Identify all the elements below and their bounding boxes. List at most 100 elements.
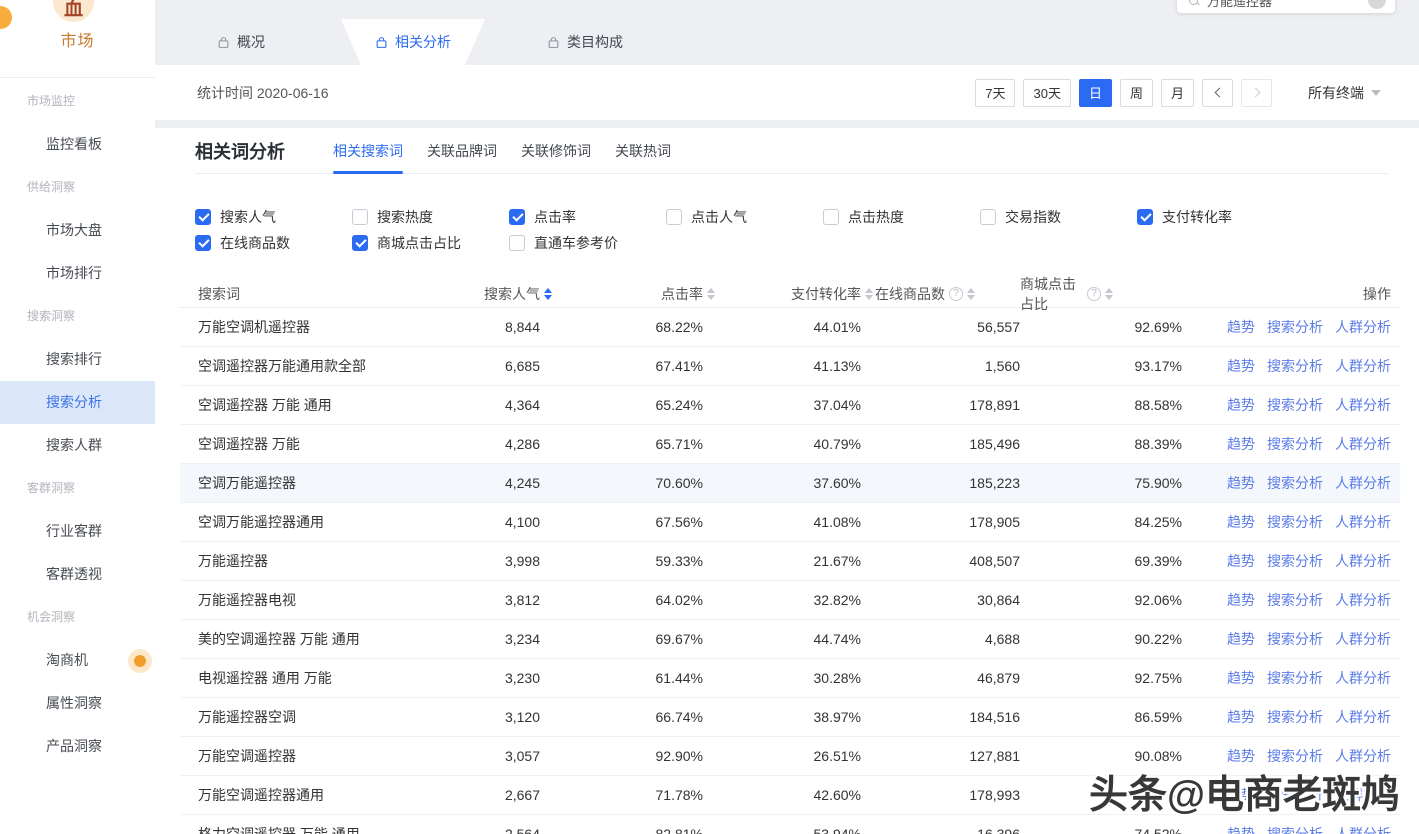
search-submit-icon[interactable]: [1368, 0, 1386, 9]
cell-pay-conversion: 21.67%: [703, 553, 861, 569]
metric-checkbox-直通车参考价[interactable]: 直通车参考价: [509, 233, 666, 253]
row-action-趋势[interactable]: 趋势: [1227, 434, 1255, 454]
metric-checkbox-点击人气[interactable]: 点击人气: [666, 207, 823, 227]
sidebar-item-行业客群[interactable]: 行业客群: [0, 510, 155, 553]
row-action-趋势[interactable]: 趋势: [1227, 824, 1255, 834]
column-header-在线商品数[interactable]: 在线商品数?: [861, 284, 1020, 304]
sidebar-item-搜索人群[interactable]: 搜索人群: [0, 424, 155, 467]
cell-online-items: 185,223: [861, 475, 1020, 491]
row-action-人群分析[interactable]: 人群分析: [1335, 746, 1391, 766]
row-action-人群分析[interactable]: 人群分析: [1335, 395, 1391, 415]
metric-checkbox-搜索热度[interactable]: 搜索热度: [352, 207, 509, 227]
row-action-搜索分析[interactable]: 搜索分析: [1267, 395, 1323, 415]
row-action-趋势[interactable]: 趋势: [1227, 551, 1255, 571]
search-keyword-text[interactable]: 万能遥控器: [1207, 0, 1272, 10]
range-button-周[interactable]: 周: [1120, 79, 1153, 107]
range-button-30天[interactable]: 30天: [1023, 79, 1070, 107]
next-period-button[interactable]: [1241, 79, 1272, 107]
word-tab-关联品牌词[interactable]: 关联品牌词: [427, 128, 497, 173]
row-action-搜索分析[interactable]: 搜索分析: [1267, 356, 1323, 376]
row-action-搜索分析[interactable]: 搜索分析: [1267, 512, 1323, 532]
column-header-搜索人气[interactable]: 搜索人气: [458, 284, 552, 304]
row-action-搜索分析[interactable]: 搜索分析: [1267, 434, 1323, 454]
row-action-人群分析[interactable]: 人群分析: [1335, 317, 1391, 337]
word-tab-关联修饰词[interactable]: 关联修饰词: [521, 128, 591, 173]
sort-icon[interactable]: [967, 288, 975, 300]
column-header-商城点击占比[interactable]: 商城点击占比?: [1020, 274, 1182, 314]
row-action-人群分析[interactable]: 人群分析: [1335, 473, 1391, 493]
row-action-搜索分析[interactable]: 搜索分析: [1267, 746, 1323, 766]
row-action-趋势[interactable]: 趋势: [1227, 629, 1255, 649]
row-action-搜索分析[interactable]: 搜索分析: [1267, 473, 1323, 493]
sidebar-item-搜索分析[interactable]: 搜索分析: [0, 381, 155, 424]
row-action-搜索分析[interactable]: 搜索分析: [1267, 551, 1323, 571]
keyword-search-box[interactable]: 万能遥控器: [1177, 0, 1395, 13]
cell-search-word: 万能遥控器空调: [198, 707, 458, 727]
word-tab-关联热词[interactable]: 关联热词: [615, 128, 671, 173]
sidebar-item-市场大盘[interactable]: 市场大盘: [0, 209, 155, 252]
help-icon[interactable]: ?: [949, 287, 963, 301]
row-action-趋势[interactable]: 趋势: [1227, 746, 1255, 766]
range-button-日[interactable]: 日: [1079, 79, 1112, 107]
row-actions: 趋势搜索分析人群分析: [1182, 395, 1391, 415]
cell-pay-conversion: 26.51%: [703, 748, 861, 764]
row-action-人群分析[interactable]: 人群分析: [1335, 512, 1391, 532]
row-actions: 趋势搜索分析人群分析: [1182, 551, 1391, 571]
metric-checkbox-点击率[interactable]: 点击率: [509, 207, 666, 227]
metric-checkbox-搜索人气[interactable]: 搜索人气: [195, 207, 352, 227]
related-words-table: 搜索词搜索人气点击率支付转化率在线商品数?商城点击占比?操作 万能空调机遥控器 …: [195, 274, 1388, 834]
row-action-趋势[interactable]: 趋势: [1227, 512, 1255, 532]
prev-period-button[interactable]: [1202, 79, 1233, 107]
top-tab-类目构成[interactable]: 类目构成: [499, 19, 671, 65]
cell-pay-conversion: 44.01%: [703, 319, 861, 335]
metric-checkbox-在线商品数[interactable]: 在线商品数: [195, 233, 352, 253]
metric-checkbox-点击热度[interactable]: 点击热度: [823, 207, 980, 227]
sidebar-item-客群透视[interactable]: 客群透视: [0, 553, 155, 596]
metric-checkbox-支付转化率[interactable]: 支付转化率: [1137, 207, 1294, 227]
range-button-月[interactable]: 月: [1161, 79, 1194, 107]
row-action-趋势[interactable]: 趋势: [1227, 395, 1255, 415]
row-action-人群分析[interactable]: 人群分析: [1335, 824, 1391, 834]
row-action-搜索分析[interactable]: 搜索分析: [1267, 629, 1323, 649]
sidebar-item-产品洞察[interactable]: 产品洞察: [0, 725, 155, 768]
table-row: 空调遥控器 万能 通用 4,364 65.24% 37.04% 178,891 …: [180, 386, 1400, 425]
row-action-搜索分析[interactable]: 搜索分析: [1267, 590, 1323, 610]
sidebar-item-搜索排行[interactable]: 搜索排行: [0, 338, 155, 381]
terminal-dropdown[interactable]: 所有终端: [1308, 83, 1381, 103]
sort-icon[interactable]: [1105, 288, 1113, 300]
row-action-趋势[interactable]: 趋势: [1227, 473, 1255, 493]
sidebar-logo: 血 市场: [0, 0, 155, 78]
row-action-趋势[interactable]: 趋势: [1227, 356, 1255, 376]
column-header-点击率[interactable]: 点击率: [540, 284, 715, 304]
row-action-趋势[interactable]: 趋势: [1227, 317, 1255, 337]
row-action-人群分析[interactable]: 人群分析: [1335, 629, 1391, 649]
row-action-搜索分析[interactable]: 搜索分析: [1267, 317, 1323, 337]
row-action-搜索分析[interactable]: 搜索分析: [1267, 824, 1323, 834]
row-action-人群分析[interactable]: 人群分析: [1335, 434, 1391, 454]
row-action-趋势[interactable]: 趋势: [1227, 668, 1255, 688]
row-action-搜索分析[interactable]: 搜索分析: [1267, 668, 1323, 688]
row-action-人群分析[interactable]: 人群分析: [1335, 707, 1391, 727]
metric-checkbox-商城点击占比[interactable]: 商城点击占比: [352, 233, 509, 253]
top-tab-相关分析[interactable]: 相关分析: [327, 19, 499, 65]
sidebar-item-监控看板[interactable]: 监控看板: [0, 123, 155, 166]
row-action-趋势[interactable]: 趋势: [1227, 707, 1255, 727]
row-action-趋势[interactable]: 趋势: [1227, 590, 1255, 610]
help-icon[interactable]: ?: [1087, 287, 1101, 301]
row-action-人群分析[interactable]: 人群分析: [1335, 356, 1391, 376]
row-action-搜索分析[interactable]: 搜索分析: [1267, 707, 1323, 727]
row-action-人群分析[interactable]: 人群分析: [1335, 590, 1391, 610]
sidebar-item-市场排行[interactable]: 市场排行: [0, 252, 155, 295]
row-action-人群分析[interactable]: 人群分析: [1335, 551, 1391, 571]
cell-mall-click-ratio: 84.25%: [1020, 514, 1182, 530]
metric-checkbox-交易指数[interactable]: 交易指数: [980, 207, 1137, 227]
top-tab-概况[interactable]: 概况: [155, 19, 327, 65]
word-tab-相关搜索词[interactable]: 相关搜索词: [333, 128, 403, 173]
range-button-7天[interactable]: 7天: [975, 79, 1015, 107]
top-tab-label: 相关分析: [395, 32, 451, 52]
column-header-支付转化率[interactable]: 支付转化率: [703, 284, 873, 304]
sidebar-item-属性洞察[interactable]: 属性洞察: [0, 682, 155, 725]
sidebar-section-header: 供给洞察: [0, 166, 155, 209]
row-action-人群分析[interactable]: 人群分析: [1335, 668, 1391, 688]
sidebar-item-淘商机[interactable]: 淘商机: [0, 639, 155, 682]
